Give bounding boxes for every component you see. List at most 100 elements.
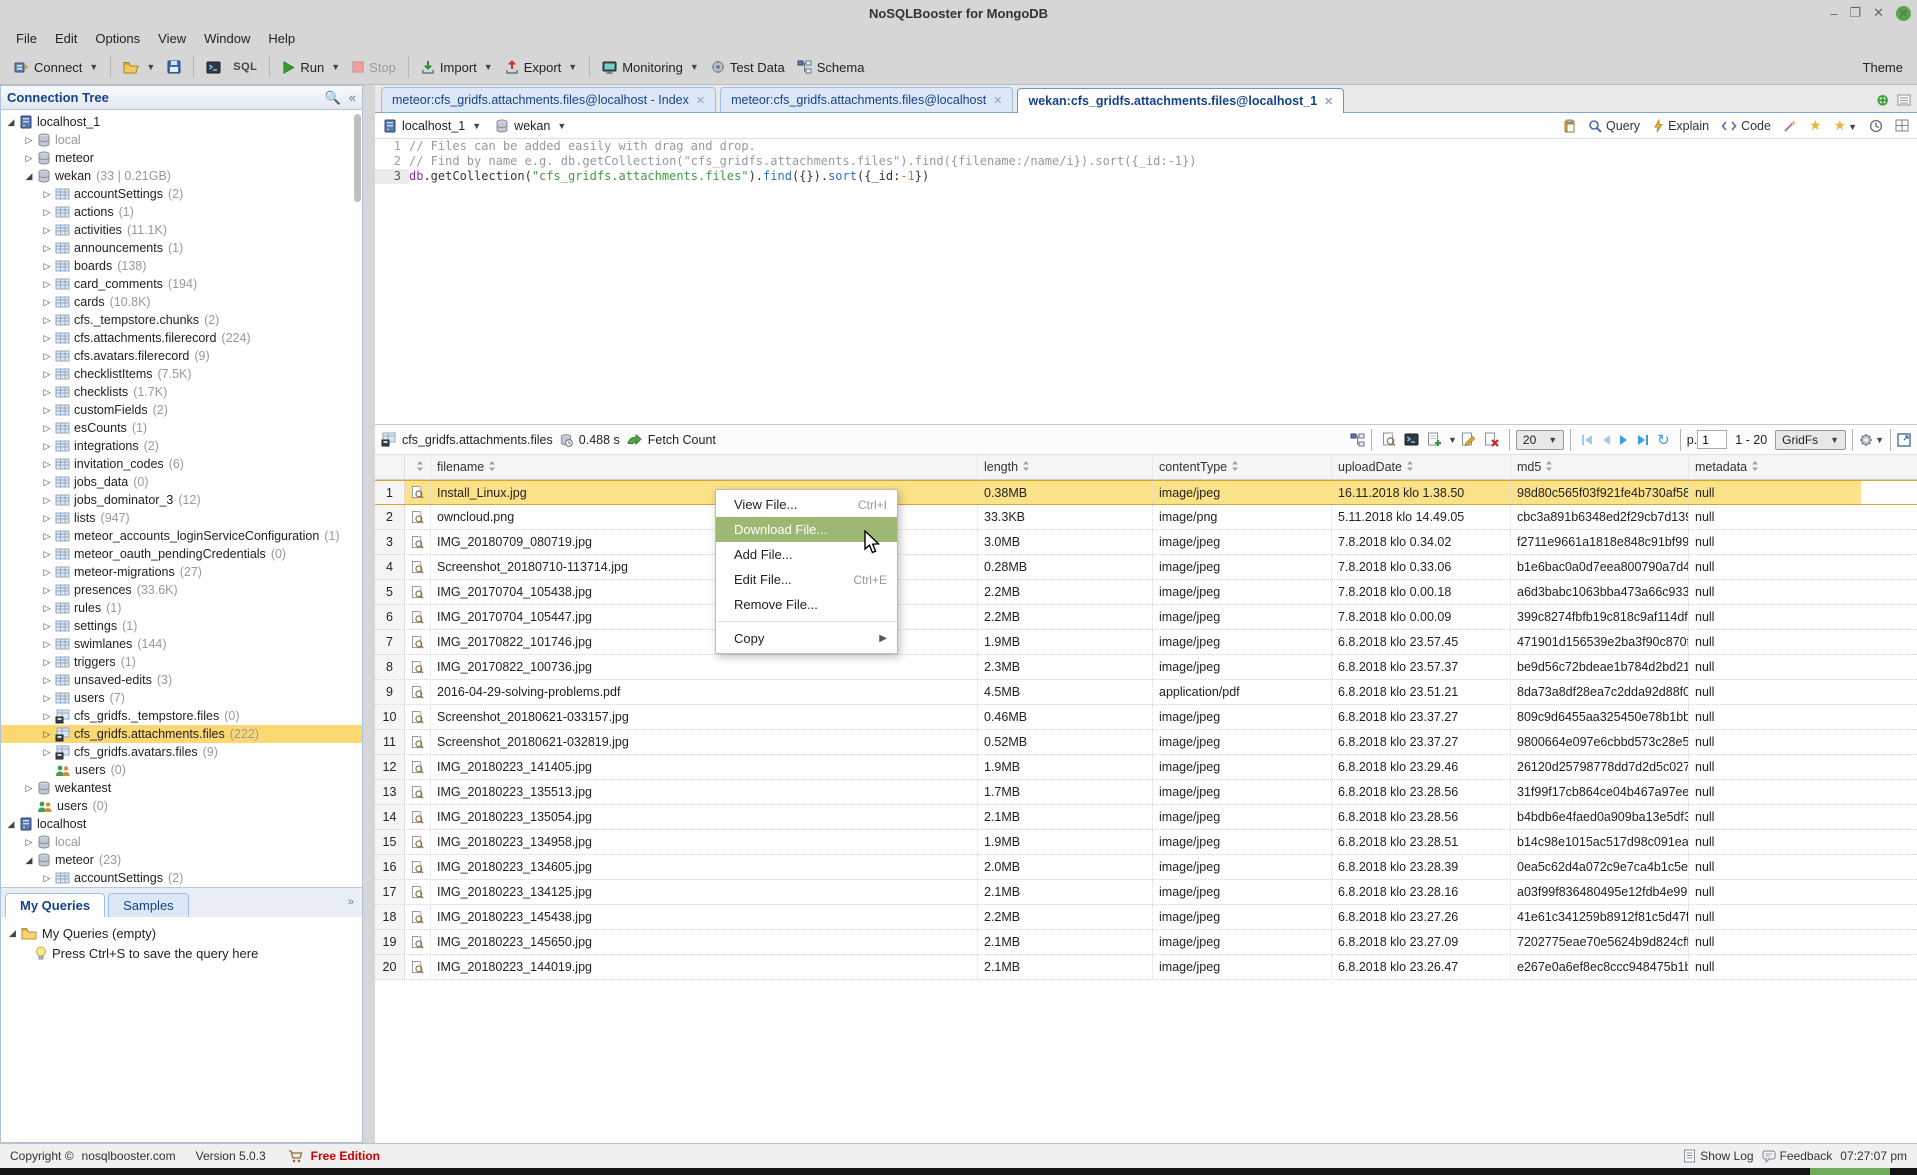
- table-row-8[interactable]: 8IMG_20170822_100736.jpg2.3MBimage/jpeg6…: [375, 655, 1917, 680]
- collapsed-arrow-icon[interactable]: ▷: [41, 513, 53, 524]
- maximize-icon[interactable]: ❐: [1849, 5, 1861, 21]
- cell-metadata[interactable]: null: [1689, 680, 1861, 704]
- tree-item-cfs-avatars-filerecord[interactable]: ▷cfs.avatars.filerecord(9): [1, 347, 362, 365]
- table-row-3[interactable]: 3IMG_20180709_080719.jpg3.0MBimage/jpeg7…: [375, 530, 1917, 555]
- first-page-icon[interactable]: [1581, 434, 1593, 446]
- collapsed-arrow-icon[interactable]: ▷: [41, 189, 53, 200]
- cell-uploadDate[interactable]: 6.8.2018 klo 23.27.26: [1332, 905, 1511, 929]
- expanded-arrow-icon[interactable]: ◢: [5, 117, 17, 128]
- cell-uploadDate[interactable]: 16.11.2018 klo 1.38.50: [1332, 481, 1511, 504]
- sort-icon[interactable]: [1231, 460, 1239, 475]
- cell-md5[interactable]: b14c98e1015ac517d98c091ead: [1511, 830, 1689, 854]
- panel-splitter[interactable]: [363, 85, 375, 1143]
- cell-uploadDate[interactable]: 5.11.2018 klo 14.49.05: [1332, 505, 1511, 529]
- cell-uploadDate[interactable]: 7.8.2018 klo 0.00.09: [1332, 605, 1511, 629]
- cell-uploadDate[interactable]: 6.8.2018 klo 23.37.27: [1332, 705, 1511, 729]
- cell-contentType[interactable]: image/jpeg: [1153, 830, 1332, 854]
- cell-contentType[interactable]: image/jpeg: [1153, 755, 1332, 779]
- expanded-arrow-icon[interactable]: ◢: [23, 171, 35, 182]
- view-file-icon[interactable]: [405, 481, 431, 504]
- cell-length[interactable]: 2.1MB: [978, 880, 1153, 904]
- tree-item-cfs-gridfs-tempstore-files[interactable]: ▷cfs_gridfs._tempstore.files(0): [1, 707, 362, 725]
- document-tab-3[interactable]: wekan:cfs_gridfs.attachments.files@local…: [1017, 88, 1344, 113]
- sort-icon[interactable]: [488, 460, 496, 475]
- collapsed-arrow-icon[interactable]: ▷: [41, 315, 53, 326]
- cell-length[interactable]: 0.46MB: [978, 705, 1153, 729]
- cell-md5[interactable]: 0ea5c62d4a072c9e7ca4b1c5eff: [1511, 855, 1689, 879]
- cell-md5[interactable]: 7202775eae70e5624b9d824cff6: [1511, 930, 1689, 954]
- view-file-icon[interactable]: [405, 680, 431, 704]
- page-size-select[interactable]: 20▼: [1516, 430, 1564, 450]
- tree-item-settings[interactable]: ▷settings(1): [1, 617, 362, 635]
- cell-md5[interactable]: f2711e9661a1818e848c91bf99b: [1511, 530, 1689, 554]
- view-file-icon[interactable]: [405, 580, 431, 604]
- collapsed-arrow-icon[interactable]: ▷: [41, 297, 53, 308]
- monitoring-button[interactable]: Monitoring▼: [596, 56, 705, 79]
- cell-contentType[interactable]: image/jpeg: [1153, 780, 1332, 804]
- collapsed-arrow-icon[interactable]: ▷: [41, 243, 53, 254]
- view-file-icon[interactable]: [405, 505, 431, 529]
- cell-metadata[interactable]: null: [1689, 880, 1861, 904]
- tree-item-jobs-dominator-3[interactable]: ▷jobs_dominator_3(12): [1, 491, 362, 509]
- cell-uploadDate[interactable]: 6.8.2018 klo 23.57.45: [1332, 630, 1511, 654]
- cell-metadata[interactable]: null: [1689, 505, 1861, 529]
- collapsed-arrow-icon[interactable]: ▷: [41, 657, 53, 668]
- collapsed-arrow-icon[interactable]: ▷: [41, 585, 53, 596]
- paste-icon[interactable]: [1563, 119, 1576, 133]
- breadcrumb-connection[interactable]: localhost_1 ▼: [383, 119, 481, 133]
- tree-item-invitation-codes[interactable]: ▷invitation_codes(6): [1, 455, 362, 473]
- view-file-icon[interactable]: [405, 930, 431, 954]
- close-tab-icon[interactable]: ✕: [993, 94, 1002, 107]
- cell-length[interactable]: 1.9MB: [978, 830, 1153, 854]
- collapsed-arrow-icon[interactable]: ▷: [23, 783, 35, 794]
- cell-metadata[interactable]: null: [1689, 481, 1861, 504]
- cell-md5[interactable]: 41e61c341259b8912f81c5d47f0: [1511, 905, 1689, 929]
- cell-contentType[interactable]: image/jpeg: [1153, 605, 1332, 629]
- cell-metadata[interactable]: null: [1689, 655, 1861, 679]
- tree-item-triggers[interactable]: ▷triggers(1): [1, 653, 362, 671]
- fetch-count-button[interactable]: Fetch Count: [648, 433, 716, 447]
- cell-uploadDate[interactable]: 6.8.2018 klo 23.28.51: [1332, 830, 1511, 854]
- sort-icon[interactable]: [416, 460, 424, 475]
- collapsed-arrow-icon[interactable]: ▷: [41, 423, 53, 434]
- chevron-down-icon[interactable]: ▼: [1448, 435, 1457, 445]
- sort-icon[interactable]: [1022, 460, 1030, 475]
- sort-icon[interactable]: [1751, 460, 1759, 475]
- column-header-uploadDate[interactable]: uploadDate: [1332, 455, 1511, 479]
- cell-metadata[interactable]: null: [1689, 830, 1861, 854]
- collapsed-arrow-icon[interactable]: ▷: [23, 135, 35, 146]
- cell-contentType[interactable]: image/jpeg: [1153, 855, 1332, 879]
- cell-contentType[interactable]: image/jpeg: [1153, 630, 1332, 654]
- menu-options[interactable]: Options: [87, 28, 148, 49]
- tree-item-meteor-accounts-loginserviceconfiguration[interactable]: ▷meteor_accounts_loginServiceConfigurati…: [1, 527, 362, 545]
- view-file-icon[interactable]: [405, 955, 431, 979]
- my-queries-root[interactable]: ◢ My Queries (empty): [9, 923, 354, 943]
- table-row-12[interactable]: 12IMG_20180223_141405.jpg1.9MBimage/jpeg…: [375, 755, 1917, 780]
- expanded-arrow-icon[interactable]: ◢: [5, 819, 17, 830]
- document-tab-2[interactable]: meteor:cfs_gridfs.attachments.files@loca…: [720, 87, 1013, 112]
- cell-length[interactable]: 0.28MB: [978, 555, 1153, 579]
- cell-length[interactable]: 1.7MB: [978, 780, 1153, 804]
- theme-button[interactable]: Theme: [1863, 60, 1909, 75]
- column-header-md5[interactable]: md5: [1511, 455, 1689, 479]
- cell-length[interactable]: 1.9MB: [978, 630, 1153, 654]
- cell-md5[interactable]: a6d3babc1063bba473a66c9331: [1511, 580, 1689, 604]
- view-file-icon[interactable]: [405, 830, 431, 854]
- view-file-icon[interactable]: [405, 880, 431, 904]
- table-row-18[interactable]: 18IMG_20180223_145438.jpg2.2MBimage/jpeg…: [375, 905, 1917, 930]
- cell-md5[interactable]: 31f99f17cb864ce04b467a97ee8: [1511, 780, 1689, 804]
- collapsed-arrow-icon[interactable]: ▷: [41, 369, 53, 380]
- tree-item-localhost[interactable]: ◢localhost: [1, 815, 362, 833]
- menu-help[interactable]: Help: [260, 28, 303, 49]
- cell-uploadDate[interactable]: 6.8.2018 klo 23.57.37: [1332, 655, 1511, 679]
- chevrons-down-icon[interactable]: »: [348, 896, 354, 908]
- table-row-16[interactable]: 16IMG_20180223_134605.jpg2.0MBimage/jpeg…: [375, 855, 1917, 880]
- cell-md5[interactable]: 399c8274fbfb19c818c9af114df8: [1511, 605, 1689, 629]
- cell-length[interactable]: 2.1MB: [978, 955, 1153, 979]
- cell-filename[interactable]: IMG_20180223_135054.jpg: [431, 805, 978, 829]
- cell-uploadDate[interactable]: 6.8.2018 klo 23.28.39: [1332, 855, 1511, 879]
- tree-item-cfs-gridfs-attachments-files[interactable]: ▷cfs_gridfs.attachments.files(222): [1, 725, 362, 743]
- cell-filename[interactable]: Screenshot_20180621-033157.jpg: [431, 705, 978, 729]
- tree-item-meteor[interactable]: ◢meteor(23): [1, 851, 362, 869]
- tree-item-meteor[interactable]: ▷meteor: [1, 149, 362, 167]
